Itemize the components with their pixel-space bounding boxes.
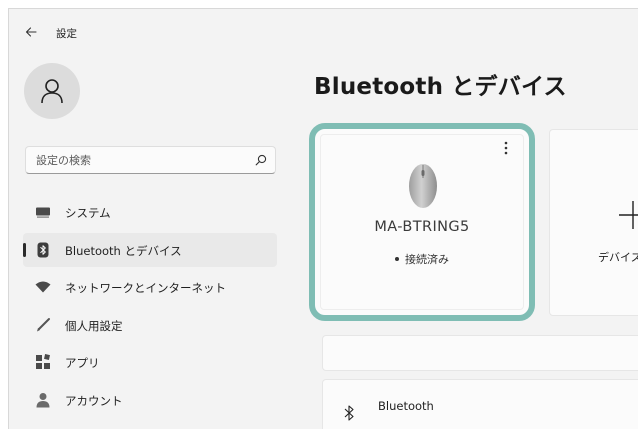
- wifi-icon: [35, 279, 51, 295]
- settings-row[interactable]: [322, 335, 638, 371]
- more-options-button[interactable]: [499, 139, 513, 157]
- bluetooth-devices-icon: [35, 242, 51, 258]
- status-text: 接続済み: [405, 253, 449, 266]
- settings-window: 設定 システム: [8, 8, 638, 429]
- account-icon: [35, 392, 51, 408]
- connection-status: 接続済み: [315, 251, 529, 267]
- add-device-card[interactable]: デバイスの: [549, 129, 638, 316]
- search-icon[interactable]: [255, 154, 267, 166]
- status-dot: [395, 257, 399, 261]
- sidebar-item-label: アプリ: [65, 356, 100, 370]
- brush-icon: [35, 317, 51, 333]
- bluetooth-icon: [344, 405, 354, 421]
- search-box[interactable]: [25, 146, 276, 174]
- sidebar-item-apps[interactable]: アプリ: [23, 345, 277, 379]
- sidebar-item-network[interactable]: ネットワークとインターネット: [23, 270, 277, 304]
- more-vertical-icon: [504, 141, 508, 155]
- add-device-label: デバイスの: [598, 251, 638, 264]
- apps-icon: [35, 354, 51, 370]
- back-arrow-icon: [25, 27, 37, 37]
- title-bar: 設定: [9, 9, 638, 53]
- sidebar-nav: システム Bluetooth とデバイス ネットワークとインターネット 個人用設…: [23, 195, 277, 420]
- sidebar-item-label: システム: [65, 206, 111, 220]
- app-title: 設定: [56, 28, 77, 40]
- device-name: MA-BTRING5: [374, 219, 470, 235]
- sidebar-item-bluetooth[interactable]: Bluetooth とデバイス: [23, 232, 277, 267]
- mouse-icon: [409, 164, 437, 208]
- sidebar-item-label: Bluetooth とデバイス: [65, 243, 182, 258]
- sidebar-item-label: ネットワークとインターネット: [65, 281, 226, 295]
- bluetooth-row-label: Bluetooth: [378, 399, 434, 413]
- search-input[interactable]: [26, 147, 246, 173]
- sidebar-item-label: アカウント: [65, 393, 123, 408]
- sidebar-item-personalization[interactable]: 個人用設定: [23, 308, 277, 342]
- page-title: Bluetooth とデバイス: [314, 74, 567, 100]
- system-monitor-icon: [35, 204, 51, 220]
- plus-icon: [619, 201, 638, 229]
- user-icon: [41, 79, 63, 104]
- avatar[interactable]: [24, 63, 80, 119]
- sidebar-item-label: 個人用設定: [65, 318, 123, 333]
- sidebar-item-system[interactable]: システム: [23, 195, 277, 229]
- bluetooth-toggle-row[interactable]: Bluetooth: [322, 379, 638, 429]
- device-card[interactable]: MA-BTRING5 接続済み: [309, 123, 535, 321]
- sidebar-item-accounts[interactable]: アカウント: [23, 383, 277, 417]
- selection-indicator: [23, 242, 26, 257]
- back-button[interactable]: [21, 23, 41, 41]
